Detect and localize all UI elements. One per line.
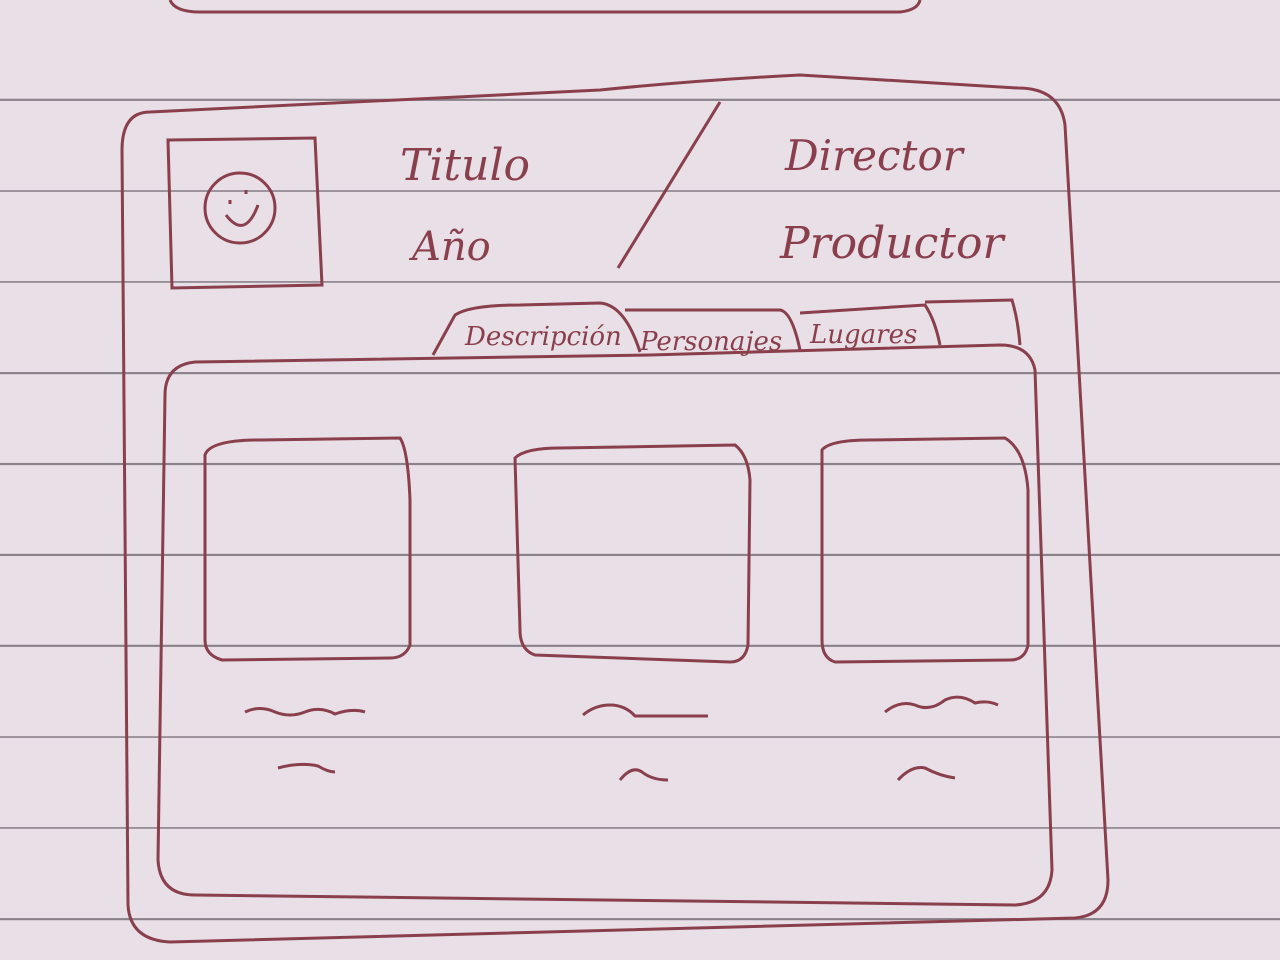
tab-lugares[interactable]: Lugares xyxy=(799,303,942,350)
card-1-image xyxy=(203,436,412,662)
card-3-title-scribble xyxy=(884,695,999,714)
card-2-title-scribble xyxy=(582,703,708,718)
card-1-title-scribble xyxy=(244,707,366,717)
app-window xyxy=(120,73,1110,944)
producer-label: Productor xyxy=(779,218,1006,269)
tab-personajes[interactable]: Personajes xyxy=(625,308,802,357)
director-label: Director xyxy=(784,131,966,180)
wireframe-sketch: Titulo Año Director Productor Descripció… xyxy=(120,0,1110,944)
card-1[interactable] xyxy=(203,436,412,774)
year-label: Año xyxy=(408,224,491,270)
tab-lugares-label: Lugares xyxy=(809,320,917,350)
card-2-subtitle-scribble xyxy=(618,768,669,782)
card-1-subtitle-scribble xyxy=(277,762,336,774)
card-3[interactable] xyxy=(820,436,1030,782)
card-3-image xyxy=(820,436,1030,664)
header-divider xyxy=(616,101,722,269)
tab-descripcion[interactable]: Descripción xyxy=(431,301,642,356)
title-label: Titulo xyxy=(400,140,530,191)
smiley-face-icon xyxy=(203,171,277,245)
poster-image xyxy=(166,136,324,290)
card-3-subtitle-scribble xyxy=(896,766,956,782)
tab-descripcion-label: Descripción xyxy=(464,322,622,352)
card-2[interactable] xyxy=(513,443,752,782)
previous-card-edge xyxy=(168,0,922,14)
tab-content-panel xyxy=(156,343,1054,907)
card-2-image xyxy=(513,443,752,664)
